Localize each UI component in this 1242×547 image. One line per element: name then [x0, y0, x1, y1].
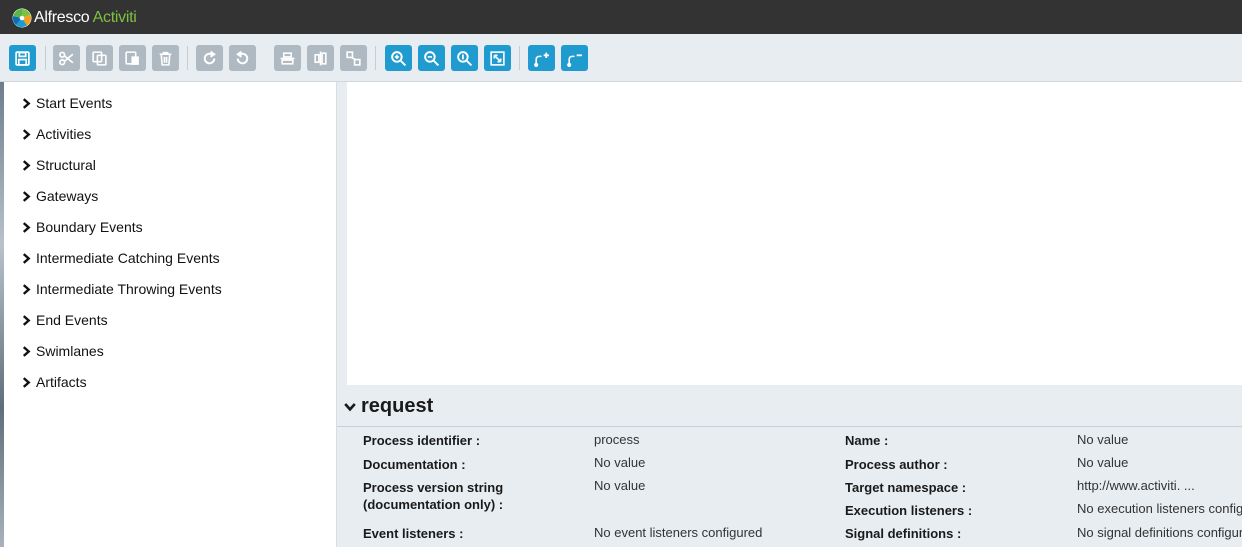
chevron-right-icon [22, 221, 31, 233]
cut-button[interactable] [53, 45, 80, 71]
save-button[interactable] [9, 45, 36, 71]
top-bar: Alfresco Activiti [0, 0, 1242, 34]
zoom-actual-icon [457, 50, 473, 66]
chevron-right-icon [22, 283, 31, 295]
chevron-right-icon [22, 314, 31, 326]
same-size-button[interactable] [340, 45, 367, 71]
undo-button[interactable] [229, 45, 256, 71]
palette-group-gateways[interactable]: Gateways [21, 187, 98, 205]
palette-group-boundary-events[interactable]: Boundary Events [21, 218, 143, 236]
undo-icon [236, 50, 249, 64]
chevron-right-icon [22, 97, 31, 109]
process-author-label: Process author : [845, 457, 948, 472]
documentation-label: Documentation : [363, 457, 466, 472]
palette-group-end-events[interactable]: End Events [21, 311, 108, 329]
signal-definitions-label: Signal definitions : [845, 526, 962, 541]
chevron-right-icon [22, 190, 31, 202]
toolbar-separator [519, 46, 520, 70]
palette-group-intermediate-catching-events[interactable]: Intermediate Catching Events [21, 249, 220, 267]
palette-group-label: Gateways [36, 188, 99, 204]
process-version-label-line2: (documentation only) : [363, 497, 504, 512]
target-namespace-label: Target namespace : [845, 480, 967, 495]
app-logo[interactable]: Alfresco Activiti [12, 8, 137, 28]
zoom-in-icon [391, 50, 407, 66]
zoom-fit-button[interactable] [484, 45, 511, 71]
execution-listeners-value[interactable]: No execution listeners configured [1077, 500, 1242, 517]
name-value[interactable]: No value [1077, 431, 1128, 448]
process-identifier-label: Process identifier : [363, 433, 481, 448]
paste-icon [125, 50, 139, 65]
process-version-label-line1: Process version string [363, 480, 504, 495]
execution-listeners-label: Execution listeners : [845, 503, 973, 518]
chevron-right-icon [22, 252, 31, 264]
palette-group-structural[interactable]: Structural [21, 156, 96, 174]
paste-button[interactable] [119, 45, 146, 71]
zoom-fit-icon [490, 50, 505, 66]
palette-group-intermediate-throwing-events[interactable]: Intermediate Throwing Events [21, 280, 222, 298]
process-version-value[interactable]: No value [594, 477, 645, 494]
palette-group-label: Intermediate Throwing Events [36, 281, 222, 297]
palette-group-swimlanes[interactable]: Swimlanes [21, 342, 104, 360]
palette-group-label: Structural [36, 157, 96, 173]
scissors-icon [59, 51, 74, 65]
redo-button[interactable] [196, 45, 223, 71]
zoom-in-button[interactable] [385, 45, 412, 71]
delete-button[interactable] [152, 45, 179, 71]
redo-icon [203, 50, 216, 64]
remove-bendpoint-button[interactable] [561, 45, 588, 71]
palette-group-label: Boundary Events [36, 219, 143, 235]
copy-button[interactable] [86, 45, 113, 71]
add-bendpoint-button[interactable] [528, 45, 555, 71]
diagram-canvas[interactable] [347, 82, 1242, 385]
remove-bendpoint-icon [567, 53, 582, 67]
chevron-right-icon [22, 345, 31, 357]
event-listeners-label: Event listeners : [363, 526, 464, 541]
palette-group-label: Artifacts [36, 374, 87, 390]
palette-group-activities[interactable]: Activities [21, 125, 91, 143]
toolbar-separator [45, 46, 46, 70]
name-label: Name : [845, 433, 889, 448]
shape-palette: Start Events Activities Structural Gatew… [4, 82, 337, 547]
chevron-right-icon [22, 128, 31, 140]
add-bendpoint-icon [534, 52, 549, 67]
brand-name: Alfresco Activiti [34, 9, 137, 26]
event-listeners-value[interactable]: No event listeners configured [594, 524, 762, 541]
chevron-right-icon [22, 159, 31, 171]
palette-group-label: Start Events [36, 95, 113, 111]
chevron-down-icon[interactable] [344, 401, 356, 413]
palette-group-label: Activities [36, 126, 92, 142]
chevron-right-icon [22, 376, 31, 388]
signal-definitions-value[interactable]: No signal definitions configured [1077, 524, 1242, 541]
palette-group-artifacts[interactable]: Artifacts [21, 373, 87, 391]
editor-toolbar [0, 34, 1242, 82]
save-icon [15, 50, 30, 66]
canvas-area [337, 82, 1242, 385]
toolbar-separator [187, 46, 188, 70]
align-vertical-icon [314, 51, 327, 65]
copy-icon [92, 50, 107, 66]
palette-group-label: End Events [36, 312, 108, 328]
properties-header[interactable]: request [337, 385, 1242, 427]
toolbar-separator [375, 46, 376, 70]
trash-icon [159, 51, 172, 66]
process-author-value[interactable]: No value [1077, 454, 1128, 471]
zoom-actual-button[interactable] [451, 45, 478, 71]
properties-title: request [361, 395, 434, 417]
properties-panel: request Process identifier : process Doc… [337, 385, 1242, 547]
zoom-out-button[interactable] [418, 45, 445, 71]
align-horizontal-icon [280, 51, 295, 65]
palette-group-start-events[interactable]: Start Events [21, 94, 112, 112]
alfresco-logo-icon [12, 8, 32, 28]
target-namespace-value[interactable]: http://www.activiti. ... [1077, 477, 1195, 494]
palette-group-label: Swimlanes [36, 343, 104, 359]
align-vertical-button[interactable] [307, 45, 334, 71]
same-size-icon [346, 50, 361, 66]
process-identifier-value[interactable]: process [594, 431, 640, 448]
documentation-value[interactable]: No value [594, 454, 645, 471]
align-horizontal-button[interactable] [274, 45, 301, 71]
zoom-out-icon [424, 50, 440, 66]
palette-group-label: Intermediate Catching Events [36, 250, 220, 266]
